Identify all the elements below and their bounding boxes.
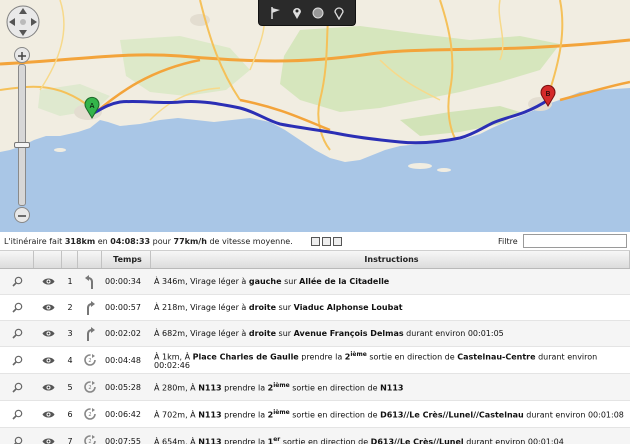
zoom-slider-track[interactable] xyxy=(18,64,26,206)
column-header-time[interactable]: Temps xyxy=(102,251,151,268)
step-number: 2 xyxy=(67,303,73,312)
show-step-eye-icon[interactable] xyxy=(34,303,62,312)
export-icons xyxy=(310,236,342,246)
step-time: 00:05:28 xyxy=(105,382,141,392)
step-instruction: À 682m, Virage léger à droite sur Avenue… xyxy=(154,329,504,338)
pdf-export-icon[interactable] xyxy=(310,236,320,246)
image-export-icon[interactable] xyxy=(332,236,342,246)
table-row[interactable]: 3 00:02:02 À 682m, Virage léger à droite s… xyxy=(0,321,630,347)
average-speed: 77km/h xyxy=(173,236,207,246)
total-distance: 318km xyxy=(64,236,96,246)
zoom-to-step-icon[interactable] xyxy=(0,436,34,444)
step-number: 4 xyxy=(67,355,73,365)
step-instruction: À 346m, Virage léger à gauche sur Allée … xyxy=(154,277,390,286)
map-view[interactable]: A B xyxy=(0,0,630,232)
total-duration: 04:08:33 xyxy=(110,236,151,246)
circle-icon[interactable] xyxy=(309,4,327,22)
zoom-slider-thumb[interactable] xyxy=(14,142,30,148)
route-summary: L'itinéraire fait 318km en 04:08:33 pour… xyxy=(0,232,630,251)
show-step-eye-icon[interactable] xyxy=(34,410,62,419)
instructions-table: Temps Instructions 1 00:00:34 À 346m, Vira… xyxy=(0,251,630,444)
step-time: 00:06:42 xyxy=(105,409,141,419)
show-step-eye-icon[interactable] xyxy=(34,277,62,286)
roundabout-icon: 2 xyxy=(78,407,102,421)
svg-text:2: 2 xyxy=(88,439,91,444)
svg-text:2: 2 xyxy=(88,385,91,391)
pan-control[interactable] xyxy=(6,5,40,39)
step-number: 7 xyxy=(67,436,73,444)
show-step-eye-icon[interactable] xyxy=(34,329,62,338)
table-row[interactable]: 5 2 00:05:28 À 280m, À N113 prendre la 2ièm… xyxy=(0,374,630,401)
zoom-out-button[interactable] xyxy=(14,207,30,223)
roundabout-icon: 2 xyxy=(78,353,102,367)
step-number: 1 xyxy=(67,277,73,286)
table-row[interactable]: 2 00:00:57 À 218m, Virage léger à droite s… xyxy=(0,295,630,321)
route-planner: A B L'itinéraire fait 318km en 04:08:33 … xyxy=(0,0,630,444)
step-time: 00:04:48 xyxy=(105,355,141,365)
step-instruction: À 654m, À N113 prendre la 1er sortie en … xyxy=(154,436,564,444)
flag-icon[interactable] xyxy=(267,4,285,22)
map-canvas[interactable]: A B xyxy=(0,0,630,232)
filter-input[interactable] xyxy=(523,234,627,248)
step-instruction: À 702m, À N113 prendre la 2ième sortie e… xyxy=(154,409,624,420)
zoom-to-step-icon[interactable] xyxy=(0,276,34,287)
zoom-to-step-icon[interactable] xyxy=(0,382,34,393)
step-number: 5 xyxy=(67,382,73,392)
step-number: 6 xyxy=(67,409,73,419)
summary-text: L'itinéraire fait 318km en 04:08:33 pour… xyxy=(4,236,293,246)
excel-export-icon[interactable] xyxy=(321,236,331,246)
pin-outline-icon[interactable] xyxy=(330,4,348,22)
zoom-in-button[interactable] xyxy=(14,47,30,63)
table-row[interactable]: 7 2 00:07:55 À 654m, À N113 prendre la 1er … xyxy=(0,428,630,444)
show-step-eye-icon[interactable] xyxy=(34,383,62,392)
step-instruction: À 1km, À Place Charles de Gaulle prendre… xyxy=(154,350,598,371)
roundabout-icon: 2 xyxy=(78,434,102,444)
turn-right-icon xyxy=(78,300,102,316)
table-row[interactable]: 1 00:00:34 À 346m, Virage léger à gauche s… xyxy=(0,269,630,295)
map-toolbar xyxy=(258,0,356,26)
zoom-to-step-icon[interactable] xyxy=(0,328,34,339)
column-header-instructions[interactable]: Instructions xyxy=(151,251,630,268)
step-time: 00:07:55 xyxy=(105,436,141,444)
step-time: 00:02:02 xyxy=(105,329,141,338)
filter-label: Filtre xyxy=(498,237,518,246)
svg-text:B: B xyxy=(546,90,551,98)
pin-icon[interactable] xyxy=(288,4,306,22)
step-instruction: À 280m, À N113 prendre la 2ième sortie e… xyxy=(154,382,404,393)
zoom-to-step-icon[interactable] xyxy=(0,302,34,313)
table-row[interactable]: 6 2 00:06:42 À 702m, À N113 prendre la 2ièm… xyxy=(0,401,630,428)
table-row[interactable]: 4 2 00:04:48 À 1km, À Place Charles de Gaul… xyxy=(0,347,630,374)
step-time: 00:00:34 xyxy=(105,277,141,286)
step-time: 00:00:57 xyxy=(105,303,141,312)
zoom-to-step-icon[interactable] xyxy=(0,355,34,366)
turn-right-icon xyxy=(78,326,102,342)
turn-left-icon xyxy=(78,274,102,290)
step-instruction: À 218m, Virage léger à droite sur Viaduc… xyxy=(154,303,403,312)
table-body: 1 00:00:34 À 346m, Virage léger à gauche s… xyxy=(0,269,630,444)
zoom-to-step-icon[interactable] xyxy=(0,409,34,420)
svg-text:2: 2 xyxy=(88,412,91,418)
show-step-eye-icon[interactable] xyxy=(34,437,62,444)
roundabout-icon: 2 xyxy=(78,380,102,394)
step-number: 3 xyxy=(67,329,73,338)
table-header: Temps Instructions xyxy=(0,251,630,269)
svg-text:2: 2 xyxy=(88,358,91,364)
show-step-eye-icon[interactable] xyxy=(34,356,62,365)
svg-text:A: A xyxy=(90,102,95,110)
